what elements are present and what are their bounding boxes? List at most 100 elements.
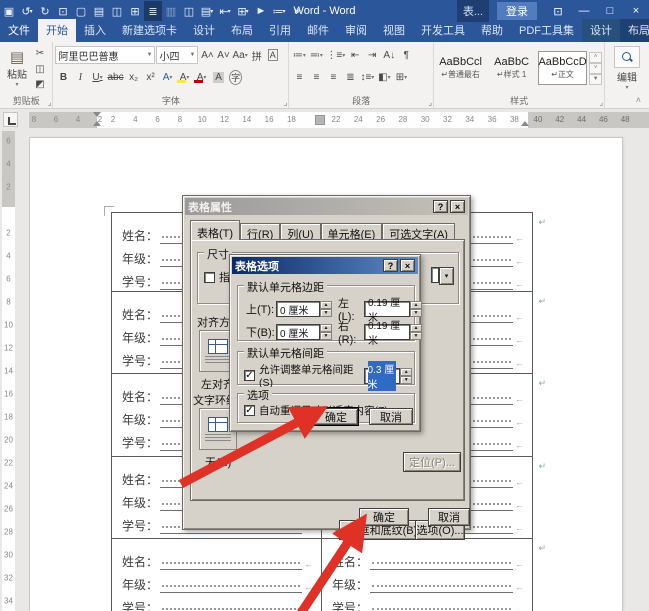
qat-insert-cells-icon[interactable]: ⇤▾: [216, 1, 234, 21]
font-color-icon[interactable]: A▾: [194, 68, 210, 86]
to-ok-button[interactable]: 确定: [314, 408, 358, 425]
ribbon-tab-插入[interactable]: 插入: [76, 19, 114, 42]
multilevel-list-icon[interactable]: ⋮≡▾: [325, 46, 346, 64]
tp-tab-列(U)[interactable]: 列(U): [280, 223, 320, 240]
superscript-icon[interactable]: x²: [143, 68, 159, 86]
enclose-characters-icon[interactable]: 字: [228, 68, 244, 86]
clipboard-launcher-icon[interactable]: ⌟: [48, 98, 52, 107]
bottom-margin-spinner[interactable]: ▲▼: [320, 324, 332, 340]
vertical-ruler[interactable]: 642246810121416182022242628303234: [2, 131, 15, 611]
measure-unit-combo[interactable]: ▾: [431, 267, 454, 285]
show-marks-icon[interactable]: ¶: [398, 46, 414, 64]
tp-cancel-button[interactable]: 取消: [428, 508, 470, 526]
spacing-spinner[interactable]: ▲▼: [400, 368, 412, 384]
grow-font-icon[interactable]: A˄: [199, 46, 215, 64]
subscript-icon[interactable]: x₂: [126, 68, 142, 86]
copy-icon[interactable]: ◫: [32, 62, 48, 77]
styles-launcher-icon[interactable]: ⌟: [599, 98, 603, 107]
ribbon-tab-设计[interactable]: 设计: [185, 19, 223, 42]
top-margin-input[interactable]: 0 厘米: [276, 301, 320, 317]
paste-button[interactable]: ▤ 粘贴 ▾: [2, 44, 32, 92]
italic-icon[interactable]: I: [72, 68, 88, 86]
ribbon-tab-文件[interactable]: 文件: [0, 19, 38, 42]
bullets-icon[interactable]: ≔▾: [291, 46, 307, 64]
sign-in-button[interactable]: 登录: [497, 2, 537, 20]
justify-icon[interactable]: ≣: [342, 68, 358, 86]
character-shading-icon[interactable]: A: [211, 68, 227, 86]
spacing-value-input[interactable]: 0.3 厘米: [364, 368, 401, 384]
font-name-combo[interactable]: 阿里巴巴普惠 ▼: [55, 46, 155, 64]
qat-paste-special-icon[interactable]: ▤▾: [198, 1, 216, 21]
indent-marker[interactable]: [93, 121, 101, 126]
bottom-margin-input[interactable]: 0 厘米: [276, 324, 320, 340]
strikethrough-icon[interactable]: abc: [106, 68, 124, 86]
close-icon[interactable]: ×: [450, 200, 465, 213]
qat-print-preview-icon[interactable]: ⊡: [54, 1, 72, 21]
style-scroll-down-icon[interactable]: ˅: [589, 63, 602, 74]
ribbon-tab-审阅[interactable]: 审阅: [337, 19, 375, 42]
qat-draft-view-icon[interactable]: ▥: [162, 1, 180, 21]
ribbon-tab-设计[interactable]: 设计: [582, 19, 620, 42]
ribbon-tab-帮助[interactable]: 帮助: [473, 19, 511, 42]
text-effects-icon[interactable]: A▾: [160, 68, 176, 86]
help-button[interactable]: ?: [383, 259, 398, 272]
phonetic-guide-icon[interactable]: 拼: [249, 46, 265, 64]
right-margin-spinner[interactable]: ▲▼: [410, 324, 422, 340]
combo-dropdown-icon[interactable]: ▾: [439, 267, 454, 285]
style-scroll-up-icon[interactable]: ˄: [589, 52, 602, 63]
qat-open-icon[interactable]: ▤: [90, 1, 108, 21]
style-card-样式 1[interactable]: AaBbC↵样式 1: [487, 51, 536, 85]
line-spacing-icon[interactable]: ↕≡▾: [359, 68, 375, 86]
table-cell[interactable]: 姓名：←年级：←学号：←: [111, 539, 322, 611]
character-border-icon[interactable]: A: [265, 46, 281, 64]
tp-tab-表格(T)[interactable]: 表格(T): [190, 220, 240, 240]
tp-ok-button[interactable]: 确定: [359, 508, 409, 526]
increase-indent-icon[interactable]: ⇥: [364, 46, 380, 64]
ribbon-tab-引用[interactable]: 引用: [261, 19, 299, 42]
format-painter-icon[interactable]: ◩: [32, 77, 48, 92]
tab-stop-selector[interactable]: [3, 112, 18, 127]
underline-icon[interactable]: U▾: [89, 68, 105, 86]
font-launcher-icon[interactable]: ⌟: [284, 98, 288, 107]
find-button[interactable]: [614, 46, 640, 68]
tp-tab-单元格(E)[interactable]: 单元格(E): [321, 223, 383, 240]
cut-icon[interactable]: ✂: [32, 46, 48, 61]
qat-copy-icon[interactable]: ◫: [108, 1, 126, 21]
style-more-icon[interactable]: ▼: [589, 74, 602, 85]
help-button[interactable]: ?: [433, 200, 448, 213]
ribbon-tab-开发工具[interactable]: 开发工具: [413, 19, 473, 42]
align-right-icon[interactable]: ≡: [325, 68, 341, 86]
shading-icon[interactable]: ◧▾: [376, 68, 392, 86]
style-card-普通最右[interactable]: AaBbCcl↵普通最右: [436, 51, 485, 85]
qat-print-icon[interactable]: ⊞: [126, 1, 144, 21]
table-column-marker[interactable]: [315, 115, 325, 125]
table-cell[interactable]: 姓名：←年级：←学号：←: [322, 539, 533, 611]
qat-undo-icon[interactable]: ↺▾: [18, 1, 36, 21]
ribbon-tab-邮件[interactable]: 邮件: [299, 19, 337, 42]
indent-marker[interactable]: [93, 112, 101, 117]
qat-save-icon[interactable]: ▣: [0, 1, 18, 21]
shrink-font-icon[interactable]: A˅: [215, 46, 231, 64]
allow-spacing-checkbox[interactable]: ✓: [244, 370, 255, 381]
close-icon[interactable]: ×: [400, 259, 415, 272]
qat-reading-view-icon[interactable]: ≣: [144, 1, 162, 21]
specify-width-checkbox[interactable]: [204, 272, 215, 283]
table-row[interactable]: 姓名：←年级：←学号：←姓名：←年级：←学号：←↵: [111, 539, 533, 611]
qat-table-tool-icon[interactable]: ⊞▾: [234, 1, 252, 21]
ribbon-tab-PDF工具集[interactable]: PDF工具集: [511, 19, 582, 42]
autofit-checkbox[interactable]: ✓: [244, 405, 255, 416]
tp-tab-行(R)[interactable]: 行(R): [240, 223, 280, 240]
change-case-icon[interactable]: Aa▾: [231, 46, 248, 64]
to-cancel-button[interactable]: 取消: [369, 408, 413, 425]
ribbon-tab-新建选项卡[interactable]: 新建选项卡: [114, 19, 185, 42]
sort-icon[interactable]: A↓: [381, 46, 397, 64]
style-card-正文[interactable]: AaBbCcD↵正文: [538, 51, 587, 85]
qat-new-document-icon[interactable]: ▢: [72, 1, 90, 21]
qat-two-pages-icon[interactable]: ◫: [180, 1, 198, 21]
align-left-icon[interactable]: ≡: [291, 68, 307, 86]
horizontal-ruler[interactable]: 8642246810121416182224262830323436384042…: [29, 112, 649, 128]
bold-icon[interactable]: B: [55, 68, 71, 86]
indent-marker[interactable]: [521, 121, 529, 126]
qat-redo-icon[interactable]: ↻: [36, 1, 54, 21]
font-size-combo[interactable]: 小四 ▼: [156, 46, 198, 64]
